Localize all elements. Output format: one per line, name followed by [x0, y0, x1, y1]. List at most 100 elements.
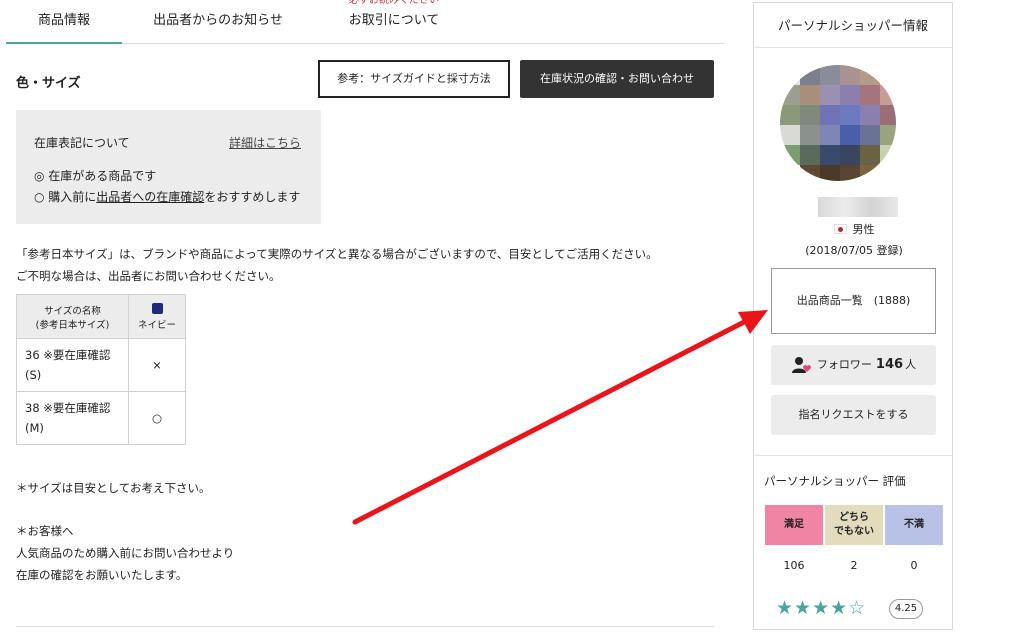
- avatar-pixel: [820, 125, 840, 145]
- stock-detail-link[interactable]: 詳細はこちら: [229, 134, 301, 151]
- customer-note-line1: ＊お客様へ: [16, 524, 74, 538]
- avatar-pixel: [780, 65, 800, 85]
- avatar-pixel: [780, 85, 800, 105]
- avatar-pixel: [860, 105, 880, 125]
- avatar-pixel: [800, 65, 820, 85]
- evaluation-title: パーソナルショッパー 評価: [764, 474, 906, 488]
- follow-button[interactable]: フォロワー 146 人: [771, 345, 936, 385]
- bad-header: 不満: [885, 505, 943, 545]
- size-name-line1: 38 ※要在庫確認: [25, 401, 111, 415]
- follower-label: フォロワー: [816, 358, 872, 371]
- evaluation-values: 106 2 0: [765, 547, 943, 583]
- tab-product-info[interactable]: 商品情報: [6, 0, 122, 44]
- rating-stars: ★★★★☆: [776, 597, 866, 619]
- customer-note-line3: 在庫の確認をお願いいたします。: [16, 568, 188, 582]
- stock-mark-cell: ×: [128, 338, 186, 392]
- size-name-line1: 36 ※要在庫確認: [25, 348, 111, 362]
- size-table: サイズの名称 (参考日本サイズ) ネイビー 36 ※要在庫確認 (S) × 38 ※…: [16, 294, 186, 445]
- bad-count: 0: [885, 547, 943, 583]
- avatar-pixel: [840, 105, 860, 125]
- good-header: 満足: [765, 505, 823, 545]
- rating-score: 4.25: [889, 599, 923, 619]
- shopper-name-blurred: [818, 197, 898, 217]
- avatar-pixel: [860, 85, 880, 105]
- stock-check-suffix: をおすすめします: [204, 190, 301, 204]
- neutral-header: どちら でもない: [825, 505, 883, 545]
- avatar-pixel: [820, 65, 840, 85]
- avatar-mosaic: [780, 65, 896, 181]
- avatar-pixel: [880, 125, 896, 145]
- avatar-pixel: [800, 105, 820, 125]
- avatar-pixel: [880, 145, 896, 165]
- navy-swatch-icon: [151, 302, 163, 314]
- table-row: 38 ※要在庫確認 (M) ○: [16, 391, 186, 445]
- evaluation-header: 満足 どちらでもない 不満: [765, 505, 943, 545]
- customer-note: ＊お客様へ 人気商品のため購入前にお問い合わせより 在庫の確認をお願いいたします…: [16, 520, 234, 586]
- stock-inquiry-button[interactable]: 在庫状況の確認・お問い合わせ: [520, 60, 714, 98]
- size-name-line2: (M): [25, 421, 44, 435]
- stock-check-line: ○ 購入前に出品者への在庫確認をおすすめします: [34, 188, 300, 205]
- size-table-header: サイズの名称 (参考日本サイズ) ネイビー: [16, 294, 186, 339]
- good-count: 106: [765, 547, 823, 583]
- gender-text: 男性: [852, 223, 875, 236]
- stock-mark-cell: ○: [128, 391, 186, 445]
- stock-info-box: 在庫表記について 詳細はこちら ◎ 在庫がある商品です ○ 購入前に出品者への在…: [16, 110, 321, 224]
- avatar-pixel: [840, 145, 860, 165]
- avatar-pixel: [860, 165, 880, 181]
- table-row: 36 ※要在庫確認 (S) ×: [16, 338, 186, 392]
- avatar-pixel: [840, 85, 860, 105]
- avatar-pixel: [800, 125, 820, 145]
- follower-unit: 人: [905, 358, 917, 371]
- size-name-cell: 38 ※要在庫確認 (M): [16, 391, 129, 445]
- stock-available-line: ◎ 在庫がある商品です: [34, 169, 157, 183]
- customer-note-line2: 人気商品のため購入前にお問い合わせより: [16, 546, 235, 560]
- avatar-pixel: [780, 105, 800, 125]
- section-title: 色・サイズ: [16, 76, 81, 91]
- avatar-pixel: [840, 65, 860, 85]
- tab-seller-news[interactable]: 出品者からのお知らせ: [138, 0, 298, 44]
- stock-check-prefix: ○ 購入前に: [34, 190, 97, 204]
- avatar[interactable]: [780, 65, 896, 181]
- product-tabs: 商品情報 出品者からのお知らせ 必ずお読みください お取引について: [6, 0, 724, 44]
- color-name: ネイビー: [137, 319, 176, 331]
- avatar-pixel: [820, 105, 840, 125]
- panel-divider: [754, 455, 952, 456]
- avatar-pixel: [780, 125, 800, 145]
- size-name-header-1: サイズの名称: [44, 305, 101, 317]
- gender-row: 男性: [754, 221, 954, 237]
- avatar-pixel: [800, 145, 820, 165]
- avatar-pixel: [780, 145, 800, 165]
- japan-flag-icon: [833, 224, 847, 234]
- request-button[interactable]: 指名リクエストをする: [771, 395, 936, 435]
- evaluation-table: 満足 どちらでもない 不満 106 2 0: [763, 503, 945, 585]
- avatar-pixel: [860, 65, 880, 85]
- size-name-header-2: (参考日本サイズ): [35, 319, 110, 331]
- avatar-pixel: [820, 165, 840, 181]
- star-filled-icon: ★★★★: [776, 597, 849, 619]
- avatar-pixel: [880, 65, 896, 85]
- must-read-note: 必ずお読みください: [349, 0, 439, 6]
- avatar-pixel: [880, 105, 896, 125]
- avatar-pixel: [880, 165, 896, 181]
- star-empty-icon: ☆: [848, 597, 867, 619]
- avatar-pixel: [800, 85, 820, 105]
- avatar-pixel: [820, 145, 840, 165]
- size-name-header: サイズの名称 (参考日本サイズ): [16, 294, 129, 339]
- size-notice-line1: 「参考日本サイズ」は、ブランドや商品によって実際のサイズと異なる場合がございます…: [16, 247, 658, 261]
- size-notice-line2: ご不明な場合は、出品者にお問い合わせください。: [16, 269, 281, 283]
- seller-stock-check-link[interactable]: 出品者への在庫確認: [96, 190, 204, 204]
- tab-transaction-label: お取引について: [348, 13, 440, 28]
- listing-button[interactable]: 出品商品一覧 (1888): [771, 268, 936, 334]
- avatar-pixel: [840, 165, 860, 181]
- neutral-header-2: でもない: [834, 526, 874, 537]
- neutral-header-1: どちら: [839, 512, 869, 523]
- follower-count: 146: [875, 357, 904, 372]
- avatar-pixel: [820, 85, 840, 105]
- size-name-line2: (S): [25, 368, 42, 382]
- avatar-pixel: [780, 165, 800, 181]
- size-guide-button[interactable]: 参考：サイズガイドと採寸方法: [318, 60, 510, 98]
- tab-transaction[interactable]: 必ずお読みください お取引について: [324, 0, 464, 44]
- avatar-pixel: [800, 165, 820, 181]
- follower-icon: [791, 357, 811, 373]
- avatar-pixel: [860, 145, 880, 165]
